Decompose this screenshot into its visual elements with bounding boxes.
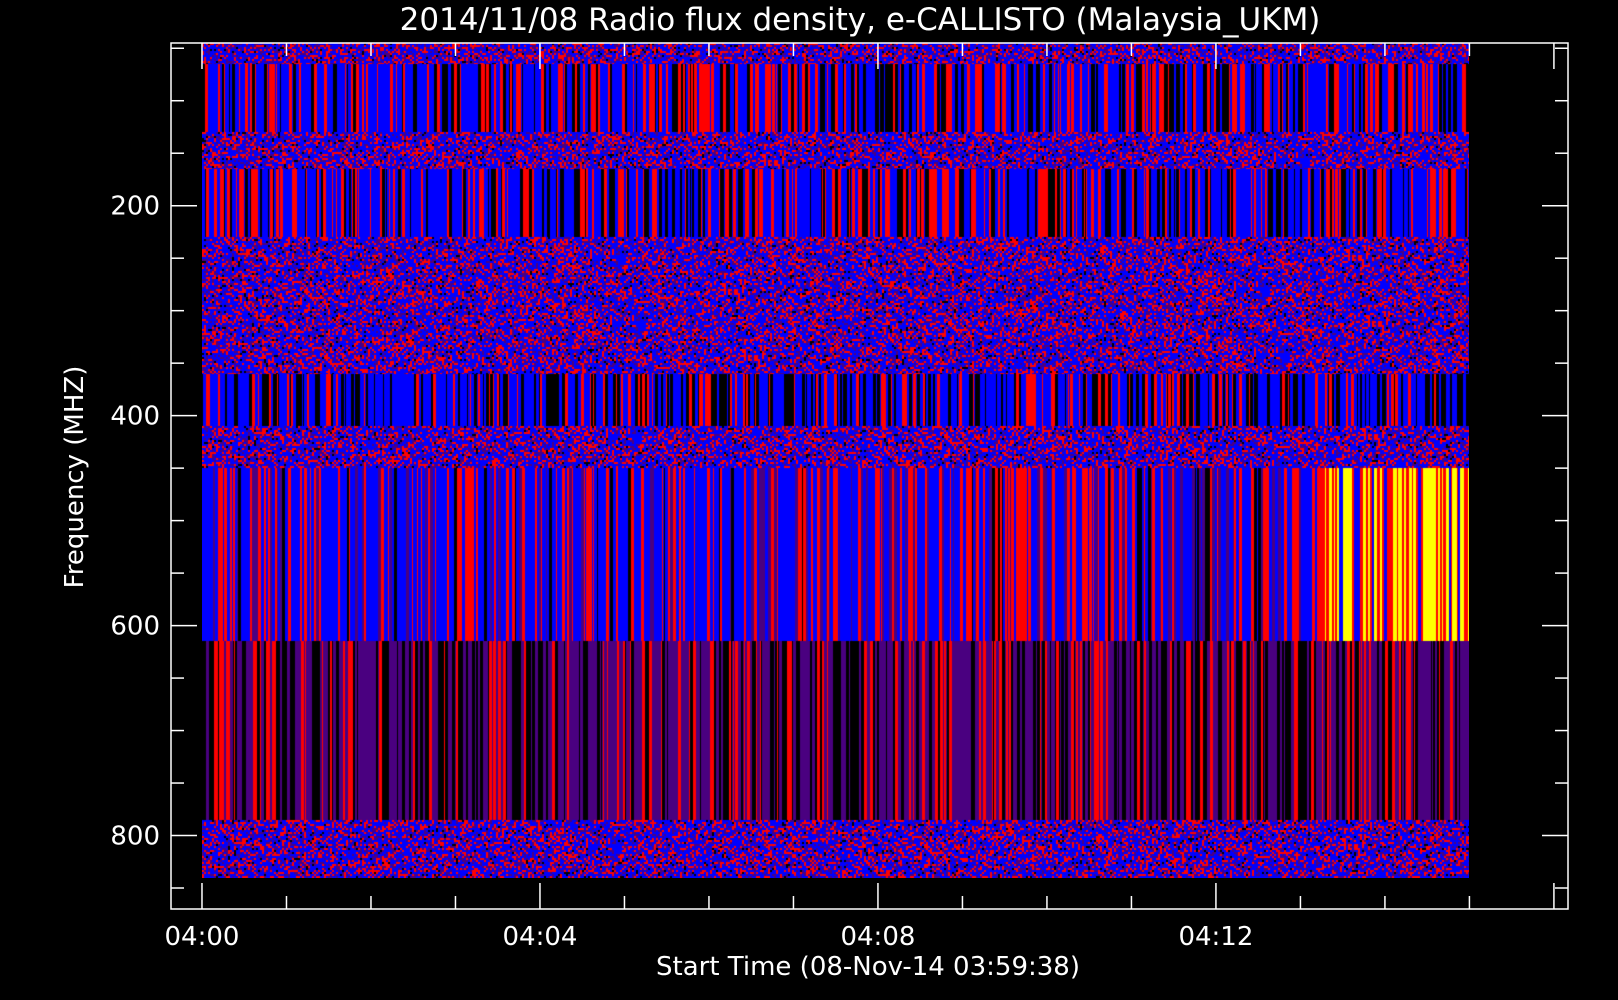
- x-axis-label: Start Time (08-Nov-14 03:59:38): [656, 952, 1080, 982]
- x-tick-label: 04:00: [165, 922, 240, 952]
- heatmap-image: [202, 43, 1469, 878]
- y-tick-label: 800: [110, 822, 160, 852]
- x-tick-label: 04:12: [1178, 922, 1253, 952]
- spectrogram-chart: 2014/11/08 Radio flux density, e-CALLIST…: [0, 0, 1618, 1000]
- chart-title: 2014/11/08 Radio flux density, e-CALLIST…: [400, 2, 1321, 38]
- y-tick-label: 400: [110, 402, 160, 432]
- x-tick-label: 04:08: [840, 922, 915, 952]
- y-axis-label: Frequency (MHZ): [60, 366, 90, 589]
- y-tick-label: 600: [110, 612, 160, 642]
- y-tick-label: 200: [110, 192, 160, 222]
- heatmap-area: [202, 43, 1469, 878]
- x-tick-label: 04:04: [502, 922, 577, 952]
